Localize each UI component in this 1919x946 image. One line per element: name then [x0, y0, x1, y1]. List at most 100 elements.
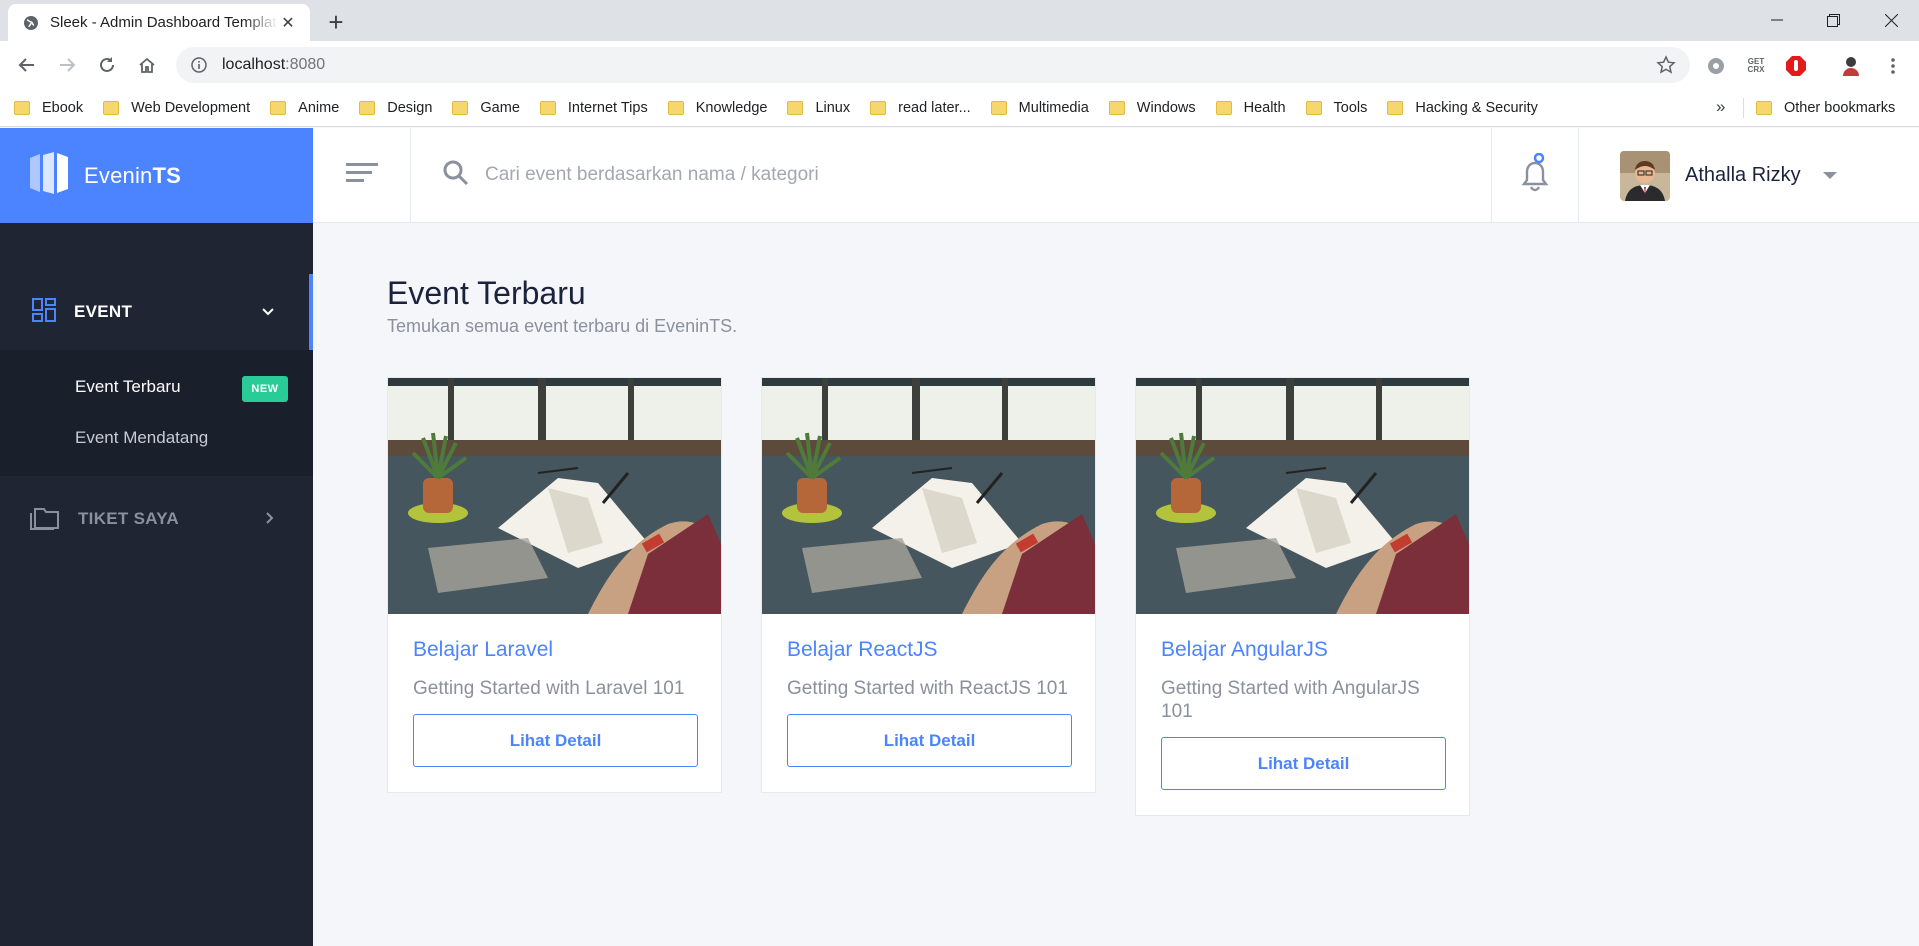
- address-bar[interactable]: localhost:8080: [176, 47, 1690, 83]
- back-icon[interactable]: [11, 49, 43, 81]
- folder-icon: [1215, 100, 1232, 115]
- folder-stack-icon: [30, 504, 60, 535]
- forward-icon[interactable]: [51, 49, 83, 81]
- url-port: :8080: [285, 56, 326, 73]
- bookmark-tools[interactable]: Tools: [1305, 94, 1376, 122]
- event-card: Belajar ReactJS Getting Started with Rea…: [761, 377, 1096, 793]
- bookmark-multimedia[interactable]: Multimedia: [990, 94, 1097, 122]
- folder-icon: [990, 100, 1007, 115]
- sidebar-item-tiket-label: TIKET SAYA: [78, 509, 179, 528]
- bookmark-knowledge[interactable]: Knowledge: [667, 94, 776, 122]
- sidebar-item-event-mendatang[interactable]: Event Mendatang: [75, 428, 208, 448]
- event-submenu: Event Terbaru NEW Event Mendatang: [0, 350, 313, 476]
- bookmarks-overflow-button[interactable]: »: [1716, 97, 1725, 117]
- folder-icon: [1387, 100, 1404, 115]
- sidebar: EveninTS EVENT Event Terbaru NEW Event M…: [0, 128, 313, 946]
- new-tab-button[interactable]: +: [322, 7, 350, 37]
- browser-tab[interactable]: Sleek - Admin Dashboard Template ✕: [8, 4, 310, 41]
- card-text: Getting Started with ReactJS 101: [787, 678, 1068, 699]
- event-card: Belajar Laravel Getting Started with Lar…: [387, 377, 722, 793]
- page-title: Event Terbaru: [387, 275, 586, 311]
- restore-icon[interactable]: [1805, 0, 1861, 40]
- bookmark-windows[interactable]: Windows: [1108, 94, 1204, 122]
- sidebar-item-event-terbaru[interactable]: Event Terbaru: [75, 377, 181, 397]
- lihat-detail-button[interactable]: Lihat Detail: [787, 714, 1072, 767]
- folder-icon: [1108, 100, 1125, 115]
- card-body: Belajar Laravel Getting Started with Lar…: [388, 614, 721, 792]
- folder-icon: [1756, 101, 1772, 115]
- folder-icon: [452, 100, 469, 115]
- bookmark-design[interactable]: Design: [359, 94, 440, 122]
- event-card: Belajar AngularJS Getting Started with A…: [1135, 377, 1470, 816]
- search-input[interactable]: [485, 156, 1385, 194]
- folder-icon: [787, 100, 804, 115]
- folder-icon: [270, 100, 287, 115]
- bookmark-internet-tips[interactable]: Internet Tips: [539, 94, 656, 122]
- bookmark-health[interactable]: Health: [1215, 94, 1294, 122]
- sidebar-toggle-button[interactable]: [313, 128, 411, 223]
- home-icon[interactable]: [131, 49, 163, 81]
- minimize-icon[interactable]: [1749, 0, 1805, 40]
- bookmark-game[interactable]: Game: [452, 94, 528, 122]
- top-header: Athalla Rizky: [313, 128, 1919, 223]
- user-menu[interactable]: Athalla Rizky: [1600, 128, 1837, 223]
- card-body: Belajar AngularJS Getting Started with A…: [1136, 614, 1469, 815]
- bookmark-star-icon[interactable]: [1656, 55, 1676, 75]
- bookmarks-separator: [1743, 98, 1744, 118]
- close-icon[interactable]: ✕: [278, 13, 298, 33]
- lihat-detail-button[interactable]: Lihat Detail: [1161, 737, 1446, 790]
- dashboard-icon: [32, 297, 56, 327]
- profile-extension-icon[interactable]: [1838, 53, 1864, 79]
- new-badge: NEW: [242, 376, 288, 402]
- bookmark-hacking-security[interactable]: Hacking & Security: [1387, 94, 1546, 122]
- card-text: Getting Started with Laravel 101: [413, 678, 685, 699]
- main-content: Event Terbaru Temukan semua event terbar…: [313, 223, 1919, 946]
- event-image: [388, 378, 721, 614]
- bookmark-ebook[interactable]: Ebook: [14, 94, 91, 122]
- bookmark-read-later[interactable]: read later...: [870, 94, 979, 122]
- brand-name-light: Evenin: [84, 162, 153, 188]
- card-text: Getting Started with AngularJS 101: [1161, 678, 1420, 722]
- avatar: [1620, 150, 1670, 201]
- tab-title: Sleek - Admin Dashboard Template: [50, 14, 278, 31]
- browser-toolbar: localhost:8080 GET CRX: [0, 41, 1919, 89]
- sidebar-item-event[interactable]: EVENT: [0, 274, 313, 350]
- bell-icon: [1520, 152, 1550, 198]
- browser-tabstrip: Sleek - Admin Dashboard Template ✕ +: [0, 0, 1919, 41]
- other-bookmarks[interactable]: Other bookmarks: [1756, 94, 1903, 122]
- window-close-icon[interactable]: [1863, 0, 1919, 40]
- menu-dots-icon[interactable]: [1880, 53, 1906, 79]
- get-crx-icon[interactable]: GET CRX: [1743, 53, 1769, 79]
- adblock-icon[interactable]: [1783, 53, 1809, 79]
- brand-name: EveninTS: [84, 163, 181, 189]
- sidebar-item-event-label: EVENT: [74, 302, 133, 321]
- app: EveninTS EVENT Event Terbaru NEW Event M…: [0, 128, 1919, 946]
- folder-icon: [667, 100, 684, 115]
- url-host: localhost: [222, 56, 286, 73]
- lihat-detail-button[interactable]: Lihat Detail: [413, 714, 698, 767]
- sidebar-item-tiket-saya[interactable]: TIKET SAYA: [0, 491, 313, 547]
- card-body: Belajar ReactJS Getting Started with Rea…: [762, 614, 1095, 792]
- card-title[interactable]: Belajar Laravel: [413, 638, 696, 662]
- folder-icon: [539, 100, 556, 115]
- bookmark-anime[interactable]: Anime: [270, 94, 347, 122]
- brand[interactable]: EveninTS: [0, 128, 313, 223]
- bookmark-web-development[interactable]: Web Development: [103, 94, 258, 122]
- card-title[interactable]: Belajar AngularJS: [1161, 638, 1444, 662]
- bookmarks-bar: Ebook Web Development Anime Design Game …: [0, 89, 1919, 127]
- folder-icon: [1305, 100, 1322, 115]
- user-name: Athalla Rizky: [1685, 164, 1801, 186]
- caret-down-icon: [1822, 172, 1837, 179]
- event-image: [1136, 378, 1469, 614]
- extension-gear-icon[interactable]: [1703, 53, 1729, 79]
- globe-icon: [22, 14, 40, 32]
- info-icon[interactable]: [190, 56, 208, 74]
- bookmark-linux[interactable]: Linux: [787, 94, 858, 122]
- folder-icon: [359, 100, 376, 115]
- folder-icon: [870, 100, 887, 115]
- notification-button[interactable]: [1491, 128, 1579, 223]
- reload-icon[interactable]: [91, 49, 123, 81]
- search-icon[interactable]: [443, 160, 469, 191]
- folder-icon: [14, 100, 30, 115]
- card-title[interactable]: Belajar ReactJS: [787, 638, 1070, 662]
